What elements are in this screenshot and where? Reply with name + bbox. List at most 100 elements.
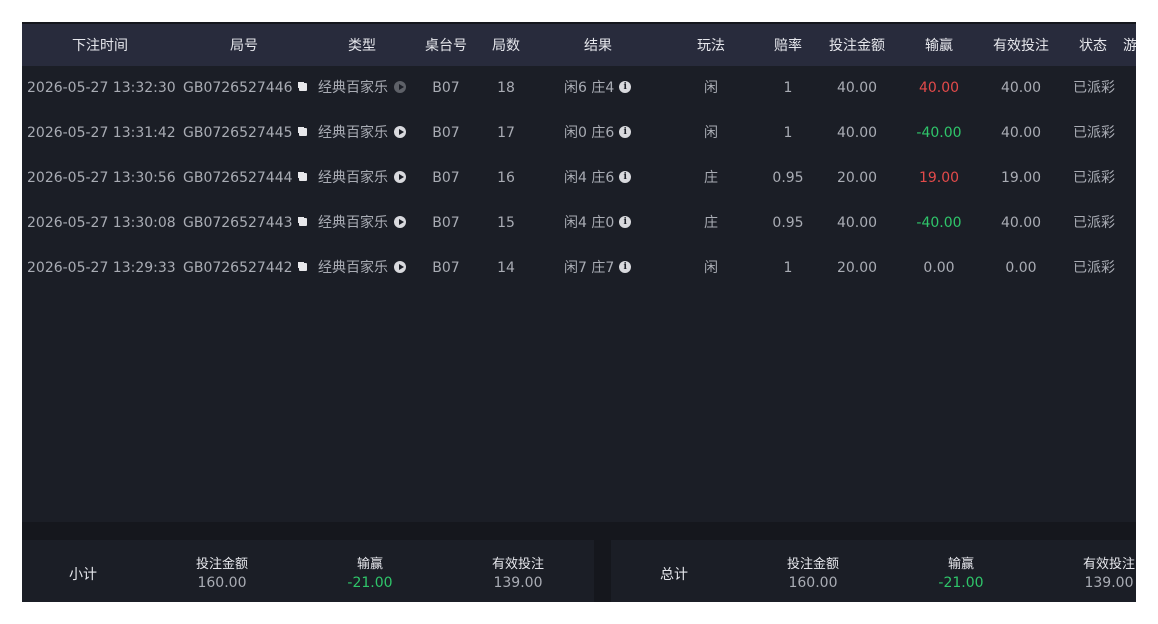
total-winloss-label: 输赢 xyxy=(947,557,975,572)
cell-round: 14 xyxy=(497,246,515,291)
info-icon[interactable]: i xyxy=(619,126,632,138)
cell-valid-bet: 40.00 xyxy=(1001,201,1041,246)
cell-round-id: GB0726527445 xyxy=(183,111,307,156)
cell-status-text: 已派彩 xyxy=(1073,260,1115,276)
cell-amount-text: 20.00 xyxy=(836,170,878,186)
play-circle-icon[interactable] xyxy=(394,171,406,183)
cell-status: 已派彩 xyxy=(1073,246,1115,291)
cell-odds: 1 xyxy=(784,111,793,156)
cell-result: 闲0 庄6 i xyxy=(564,111,632,156)
subtotal-box: 小计 投注金额 160.00 输赢 -21.00 有效投注 139.00 xyxy=(22,540,594,602)
copy-icon[interactable] xyxy=(298,263,307,271)
cell-round-text: 14 xyxy=(497,260,515,276)
cell-type: 经典百家乐 xyxy=(318,111,406,156)
cell-valid-bet-text: 40.00 xyxy=(1000,125,1042,141)
cell-result: 闲4 庄6 i xyxy=(564,156,632,201)
cell-time-text: 2026-05-27 13:32:30 xyxy=(27,80,176,96)
copy-icon[interactable] xyxy=(298,218,307,226)
subtotal-amount-value: 160.00 xyxy=(197,575,247,591)
total-valid-value: 139.00 xyxy=(1084,575,1134,591)
cell-round-text: 17 xyxy=(497,125,515,141)
column-header-7: 赔率 xyxy=(774,38,802,54)
cell-valid-bet: 40.00 xyxy=(1001,111,1041,156)
column-header-12: 游 xyxy=(1123,38,1136,54)
info-icon[interactable]: i xyxy=(619,261,632,273)
cell-amount: 20.00 xyxy=(837,156,877,201)
cell-round-id: GB0726527444 xyxy=(183,156,307,201)
total-valid: 有效投注 139.00 xyxy=(1083,556,1135,592)
cell-type-text: 经典百家乐 xyxy=(318,80,388,96)
cell-round-id-text: GB0726527444 xyxy=(183,170,293,186)
table-row[interactable]: 2026-05-27 13:31:42 GB0726527445 经典百家乐 B07 1… xyxy=(22,111,1136,156)
table-row[interactable]: 2026-05-27 13:30:56 GB0726527444 经典百家乐 B07 1… xyxy=(22,156,1136,201)
cell-type: 经典百家乐 xyxy=(318,156,406,201)
cell-table-text: B07 xyxy=(432,260,460,276)
cell-time: 2026-05-27 13:30:56 xyxy=(27,156,176,201)
cell-status-text: 已派彩 xyxy=(1073,215,1115,231)
cell-type: 经典百家乐 xyxy=(318,246,406,291)
cell-odds-text: 1 xyxy=(783,260,793,276)
cell-amount-text: 40.00 xyxy=(836,125,878,141)
cell-type: 经典百家乐 xyxy=(318,201,406,246)
cell-win-loss-text: 0.00 xyxy=(923,260,955,276)
cell-amount-text: 40.00 xyxy=(836,215,878,231)
column-header-0: 下注时间 xyxy=(72,38,128,54)
total-valid-label: 有效投注 xyxy=(1082,557,1136,572)
cell-odds-text: 1 xyxy=(783,125,793,141)
column-header-10: 有效投注 xyxy=(993,38,1049,54)
cell-valid-bet-text: 40.00 xyxy=(1000,215,1042,231)
cell-win-loss: 40.00 xyxy=(919,66,959,111)
subtotal-valid: 有效投注 139.00 xyxy=(492,556,544,592)
cell-result: 闲4 庄0 i xyxy=(564,201,632,246)
cell-round-id: GB0726527446 xyxy=(183,66,307,111)
table-row[interactable]: 2026-05-27 13:32:30 GB0726527446 经典百家乐 B07 1… xyxy=(22,66,1136,111)
cell-bet-on-text: 庄 xyxy=(704,170,718,186)
table-row[interactable]: 2026-05-27 13:30:08 GB0726527443 经典百家乐 B07 1… xyxy=(22,201,1136,246)
cell-round-text: 15 xyxy=(497,215,515,231)
cell-valid-bet-text: 19.00 xyxy=(1000,170,1042,186)
column-header-11: 状态 xyxy=(1079,38,1107,54)
cell-valid-bet: 19.00 xyxy=(1001,156,1041,201)
cell-status: 已派彩 xyxy=(1073,156,1115,201)
play-circle-icon[interactable] xyxy=(394,261,406,273)
table-header: 下注时间 局号 类型 桌台号 局数 结果 玩法 赔率 投注金额 输赢 有效投注 状态游 xyxy=(22,22,1136,66)
play-circle-icon[interactable] xyxy=(394,216,406,228)
copy-icon[interactable] xyxy=(298,128,307,136)
cell-bet-on: 闲 xyxy=(704,111,718,156)
cell-round: 18 xyxy=(497,66,515,111)
cell-result-text: 闲6 庄4 xyxy=(564,80,615,96)
cell-type: 经典百家乐 xyxy=(318,66,406,111)
play-circle-icon[interactable] xyxy=(394,81,406,93)
cell-win-loss: -40.00 xyxy=(916,111,961,156)
summary-footer: 小计 投注金额 160.00 输赢 -21.00 有效投注 139.00 总计 … xyxy=(22,522,1136,602)
cell-status: 已派彩 xyxy=(1073,201,1115,246)
cell-table-text: B07 xyxy=(432,125,460,141)
cell-status: 已派彩 xyxy=(1073,66,1115,111)
info-icon[interactable]: i xyxy=(619,81,632,93)
cell-odds-text: 0.95 xyxy=(772,170,804,186)
subtotal-winloss: 输赢 -21.00 xyxy=(347,556,392,592)
cell-amount-text: 20.00 xyxy=(836,260,878,276)
cell-round-id-text: GB0726527446 xyxy=(183,80,293,96)
cell-bet-on: 闲 xyxy=(704,66,718,111)
cell-table: B07 xyxy=(432,111,459,156)
cell-status-text: 已派彩 xyxy=(1073,170,1115,186)
play-circle-icon[interactable] xyxy=(394,126,406,138)
info-icon[interactable]: i xyxy=(619,216,632,228)
subtotal-winloss-value: -21.00 xyxy=(347,575,393,591)
copy-icon[interactable] xyxy=(298,173,307,181)
cell-table-text: B07 xyxy=(432,215,460,231)
cell-win-loss-text: 19.00 xyxy=(918,170,960,186)
cell-round-id: GB0726527443 xyxy=(183,201,307,246)
table-row[interactable]: 2026-05-27 13:29:33 GB0726527442 经典百家乐 B07 1… xyxy=(22,246,1136,291)
cell-result-text: 闲0 庄6 xyxy=(564,125,615,141)
cell-win-loss: 19.00 xyxy=(919,156,959,201)
cell-bet-on-text: 庄 xyxy=(704,215,718,231)
cell-bet-on: 闲 xyxy=(704,246,718,291)
info-icon[interactable]: i xyxy=(619,171,632,183)
cell-odds-text: 0.95 xyxy=(772,215,804,231)
cell-status-text: 已派彩 xyxy=(1073,80,1115,96)
total-amount: 投注金额 160.00 xyxy=(787,556,839,592)
column-header-3: 桌台号 xyxy=(425,38,467,54)
copy-icon[interactable] xyxy=(298,83,307,91)
